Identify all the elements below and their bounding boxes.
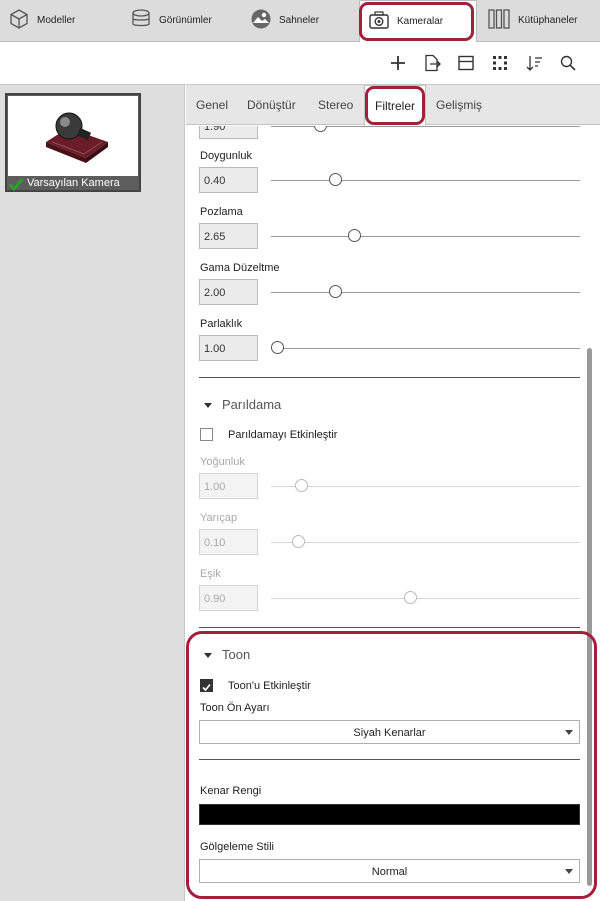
threshold-field[interactable]: 0.90 [199,585,258,611]
saturation-field[interactable]: 0.40 [199,167,258,193]
edge-color-label: Kenar Rengi [200,785,262,797]
toon-preset-select[interactable]: Siyah Kenarlar [199,720,580,744]
tab-donustur[interactable]: Dönüştür [247,98,296,112]
radius-slider-thumb[interactable] [292,535,306,548]
gamma-slider-thumb[interactable] [329,285,343,298]
camera-card[interactable]: Varsayılan Kamera [5,93,141,192]
threshold-slider-track[interactable] [271,598,580,599]
chevron-down-icon [565,730,573,735]
subtab-bar: Genel Dönüştür Stereo Filtreler Gelişmiş [186,85,600,126]
tab-modeller[interactable]: Modeller [8,0,118,41]
camera-list-panel: Varsayılan Kamera [0,85,185,901]
camera-thumbnail [8,96,138,176]
saturation-label: Doygunluk [200,150,252,162]
brightness-field[interactable]: 1.00 [199,335,258,361]
tab-sahneler[interactable]: Sahneler [250,0,350,41]
tab-label: Kütüphaneler [518,15,578,26]
partial-value-field[interactable]: 1.90 [199,126,258,139]
tab-gorunumler[interactable]: Görünümler [130,0,240,41]
toon-enable-label: Toon'u Etkinleştir [228,680,311,692]
layout-icon[interactable] [455,52,477,74]
divider [199,627,580,628]
divider [199,759,580,760]
camera-icon [368,9,397,34]
tab-filtreler[interactable]: Filtreler [364,85,427,126]
toon-preset-label: Toon Ön Ayarı [200,702,270,714]
intensity-slider-track[interactable] [271,486,580,487]
grid-icon[interactable] [489,52,511,74]
gamma-label: Gama Düzeltme [200,262,280,274]
exposure-label: Pozlama [200,206,243,218]
partial-slider-thumb[interactable] [313,126,327,132]
shading-style-select[interactable]: Normal [199,859,580,883]
plus-icon[interactable] [387,52,409,74]
intensity-field[interactable]: 1.00 [199,473,258,499]
brightness-slider-track[interactable] [271,348,580,349]
intensity-slider-thumb[interactable] [295,479,309,492]
threshold-label: Eşik [200,568,221,580]
tab-label: Görünümler [159,15,212,26]
radius-field[interactable]: 0.10 [199,529,258,555]
filters-content: 1.90 Doygunluk 0.40 Pozlama 2.65 Gama Dü… [186,126,600,901]
tab-gelismis[interactable]: Gelişmiş [436,98,482,112]
export-icon[interactable] [421,52,443,74]
tab-label: Kameralar [397,16,444,27]
intensity-label: Yoğunluk [200,456,245,468]
glare-section-header[interactable]: Parıldama [204,397,281,412]
threshold-slider-thumb[interactable] [403,591,417,604]
exposure-field[interactable]: 2.65 [199,223,258,249]
radius-label: Yarıçap [200,512,238,524]
brightness-label: Parlaklık [200,318,243,330]
tab-genel[interactable]: Genel [196,98,228,112]
sort-icon[interactable] [523,52,545,74]
divider [199,377,580,378]
toon-section-header[interactable]: Toon [204,647,250,662]
camera-card-label: Varsayılan Kamera [27,177,120,189]
toon-title: Toon [222,647,251,662]
tab-kameralar[interactable]: Kameralar [359,0,477,42]
exposure-slider-thumb[interactable] [347,229,361,242]
glare-title: Parıldama [222,397,282,412]
search-icon[interactable] [557,52,579,74]
gamma-slider-track[interactable] [271,292,580,293]
tab-label: Modeller [37,15,76,26]
saturation-slider-track[interactable] [271,180,580,181]
shading-style-label: Gölgeleme Stili [200,841,274,853]
image-icon [250,8,279,33]
exposure-slider-track[interactable] [271,236,580,237]
camera-properties-panel: Genel Dönüştür Stereo Filtreler Gelişmiş… [186,85,600,901]
tab-kutuphaneler[interactable]: Kütüphaneler [487,0,599,41]
tab-stereo[interactable]: Stereo [318,98,353,112]
stack-icon [130,8,159,33]
brightness-slider-thumb[interactable] [270,341,284,354]
toolbar [0,42,600,85]
collapse-triangle-icon [204,653,212,659]
main-tab-bar: Modeller Görünümler Sahneler Kameralar K… [0,0,600,42]
glare-enable-checkbox[interactable] [200,428,213,441]
vertical-scrollbar[interactable] [587,348,592,886]
cube-icon [8,8,37,33]
library-icon [487,8,518,33]
gamma-field[interactable]: 2.00 [199,279,258,305]
tab-label: Sahneler [279,15,320,26]
radius-slider-track[interactable] [271,542,580,543]
edge-color-swatch[interactable] [199,804,580,825]
glare-enable-label: Parıldamayı Etkinleştir [228,429,338,441]
check-icon [8,177,24,196]
saturation-slider-thumb[interactable] [329,173,343,186]
toon-preset-value: Siyah Kenarlar [353,727,426,739]
shading-style-value: Normal [371,866,408,878]
toon-enable-checkbox[interactable] [200,679,213,692]
checkmark-icon [202,683,211,692]
chevron-down-icon [565,869,573,874]
collapse-triangle-icon [204,403,212,409]
